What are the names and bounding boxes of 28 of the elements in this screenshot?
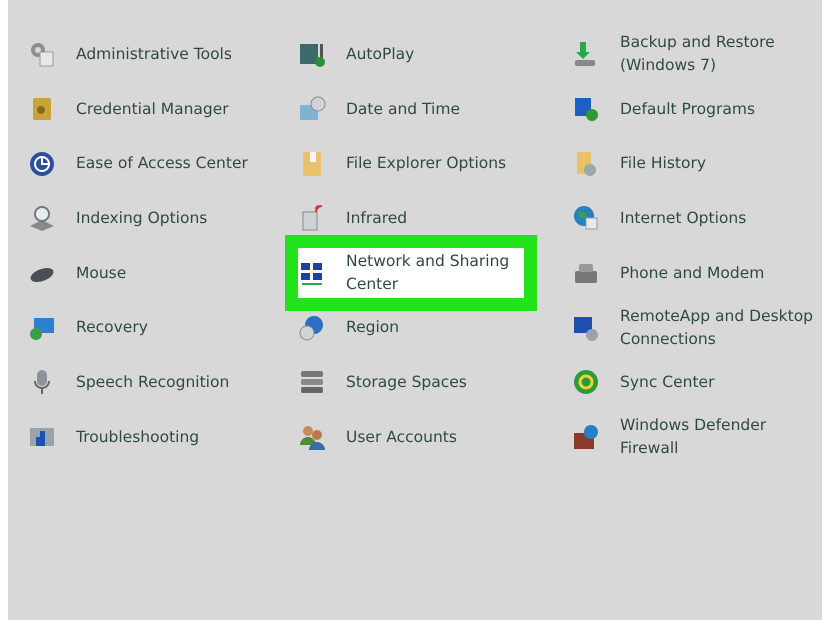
control-panel-link[interactable]: Speech Recognition (28, 366, 236, 398)
magnifier-icon (28, 204, 56, 232)
sync-icon (572, 368, 600, 396)
control-panel-link[interactable]: Default Programs (572, 93, 762, 126)
control-panel-link[interactable]: Backup and Restore (Windows 7) (572, 29, 822, 80)
control-panel-link[interactable]: Indexing Options (28, 202, 214, 234)
control-panel-link[interactable]: Windows Defender Firewall (572, 412, 822, 462)
control-panel-link[interactable]: Troubleshooting (28, 421, 206, 454)
users-icon (298, 423, 326, 452)
control-panel-link[interactable]: Network and Sharing Center (298, 248, 524, 298)
control-panel-link[interactable]: User Accounts (298, 421, 463, 454)
globe-icon (572, 204, 600, 232)
control-panel-link[interactable]: Phone and Modem (572, 257, 770, 290)
control-panel-link[interactable]: Credential Manager (28, 93, 235, 126)
control-panel-link[interactable]: AutoPlay (298, 38, 420, 70)
control-panel-link[interactable]: Date and Time (298, 93, 466, 126)
control-panel-link[interactable]: File History (572, 148, 712, 180)
control-panel-link[interactable]: Sync Center (572, 366, 720, 398)
control-panel-link[interactable]: Storage Spaces (298, 366, 473, 398)
control-panel-link[interactable]: Administrative Tools (28, 38, 238, 70)
control-panel-link[interactable]: File Explorer Options (298, 148, 512, 180)
control-panel-link[interactable]: Mouse (28, 257, 132, 290)
control-panel-link[interactable]: Ease of Access Center (28, 148, 254, 180)
control-panel-link[interactable]: Infrared (298, 202, 414, 234)
control-panel-link[interactable]: Recovery (28, 312, 154, 344)
control-panel-link[interactable]: Internet Options (572, 202, 752, 234)
control-panel-link[interactable]: RemoteApp and Desktop Connections (572, 302, 822, 353)
control-panel-link[interactable]: Region (298, 312, 406, 344)
